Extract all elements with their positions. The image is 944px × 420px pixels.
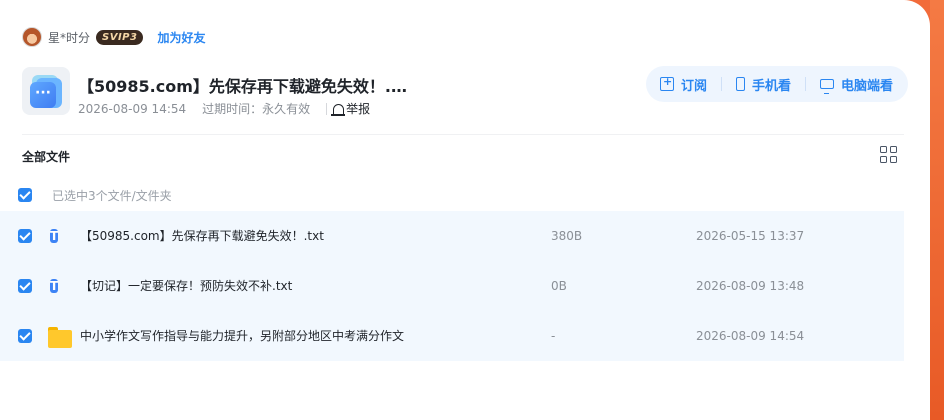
file-list: T 【50985.com】先保存再下载避免失效！.txt 380B 2026-0… (0, 211, 904, 361)
report-label: 举报 (346, 102, 371, 116)
file-date: 2026-08-09 13:48 (696, 278, 805, 293)
avatar[interactable] (22, 27, 42, 47)
report-link[interactable]: 举报 (331, 100, 371, 117)
expire-time: 过期时间：永久有效 (202, 102, 311, 116)
share-title: 【50985.com】先保存再下载避免失效！.… (78, 77, 407, 96)
select-all-row: 已选中3个文件/文件夹 (18, 186, 172, 204)
file-name[interactable]: 【切记】一定要保存！预防失效不补.txt (80, 277, 292, 294)
share-card: 星*时分 SVIP3 加为好友 ··· 【50985.com】先保存再下载避免失… (0, 0, 930, 420)
header-divider (22, 134, 904, 135)
mobile-view-button[interactable]: 手机看 (736, 75, 791, 94)
vip-badge: SVIP3 (96, 29, 144, 45)
meta-divider (326, 102, 328, 115)
file-size: - (551, 328, 556, 343)
selected-count-text: 已选中3个文件/文件夹 (52, 188, 172, 203)
phone-icon (736, 77, 746, 91)
file-date: 2026-05-15 13:37 (696, 228, 805, 243)
user-row: 星*时分 SVIP3 加为好友 (22, 27, 205, 47)
file-row[interactable]: 中小学作文写作指导与能力提升，另附部分地区中考满分作文 - 2026-08-09… (0, 311, 904, 361)
add-friend-link[interactable]: 加为好友 (157, 29, 205, 46)
monitor-icon (820, 79, 835, 94)
share-date: 2026-08-09 14:54 (78, 101, 187, 116)
subscribe-label: 订阅 (681, 78, 708, 94)
report-icon (331, 103, 346, 116)
share-meta: 2026-08-09 14:54 过期时间：永久有效 举报 (78, 100, 370, 117)
action-bar: 订阅 手机看 电脑端看 (646, 66, 908, 102)
action-divider (805, 77, 807, 91)
txt-file-icon: T (50, 279, 59, 293)
page-edge (930, 0, 944, 420)
file-date: 2026-08-09 14:54 (696, 328, 805, 343)
txt-file-icon: T (50, 229, 59, 243)
username[interactable]: 星*时分 (48, 29, 90, 46)
file-size: 380B (551, 228, 583, 243)
file-name[interactable]: 中小学作文写作指导与能力提升，另附部分地区中考满分作文 (80, 327, 404, 344)
grid-view-icon[interactable] (880, 146, 898, 164)
file-row[interactable]: T 【50985.com】先保存再下载避免失效！.txt 380B 2026-0… (0, 211, 904, 261)
file-checkbox[interactable] (18, 278, 32, 293)
subscribe-icon (660, 75, 674, 91)
select-all-checkbox[interactable] (18, 188, 32, 202)
all-files-label: 全部文件 (22, 150, 71, 164)
share-folder-icon: ··· (22, 67, 70, 115)
file-size: 0B (551, 278, 567, 293)
subscribe-button[interactable]: 订阅 (660, 75, 707, 94)
file-row[interactable]: T 【切记】一定要保存！预防失效不补.txt 0B 2026-08-09 13:… (0, 261, 904, 311)
file-checkbox[interactable] (18, 228, 32, 243)
desktop-view-button[interactable]: 电脑端看 (820, 75, 893, 94)
mobile-view-label: 手机看 (752, 78, 792, 94)
file-checkbox[interactable] (18, 328, 32, 343)
action-divider (721, 77, 723, 91)
desktop-view-label: 电脑端看 (841, 78, 894, 94)
file-name[interactable]: 【50985.com】先保存再下载避免失效！.txt (80, 227, 324, 244)
